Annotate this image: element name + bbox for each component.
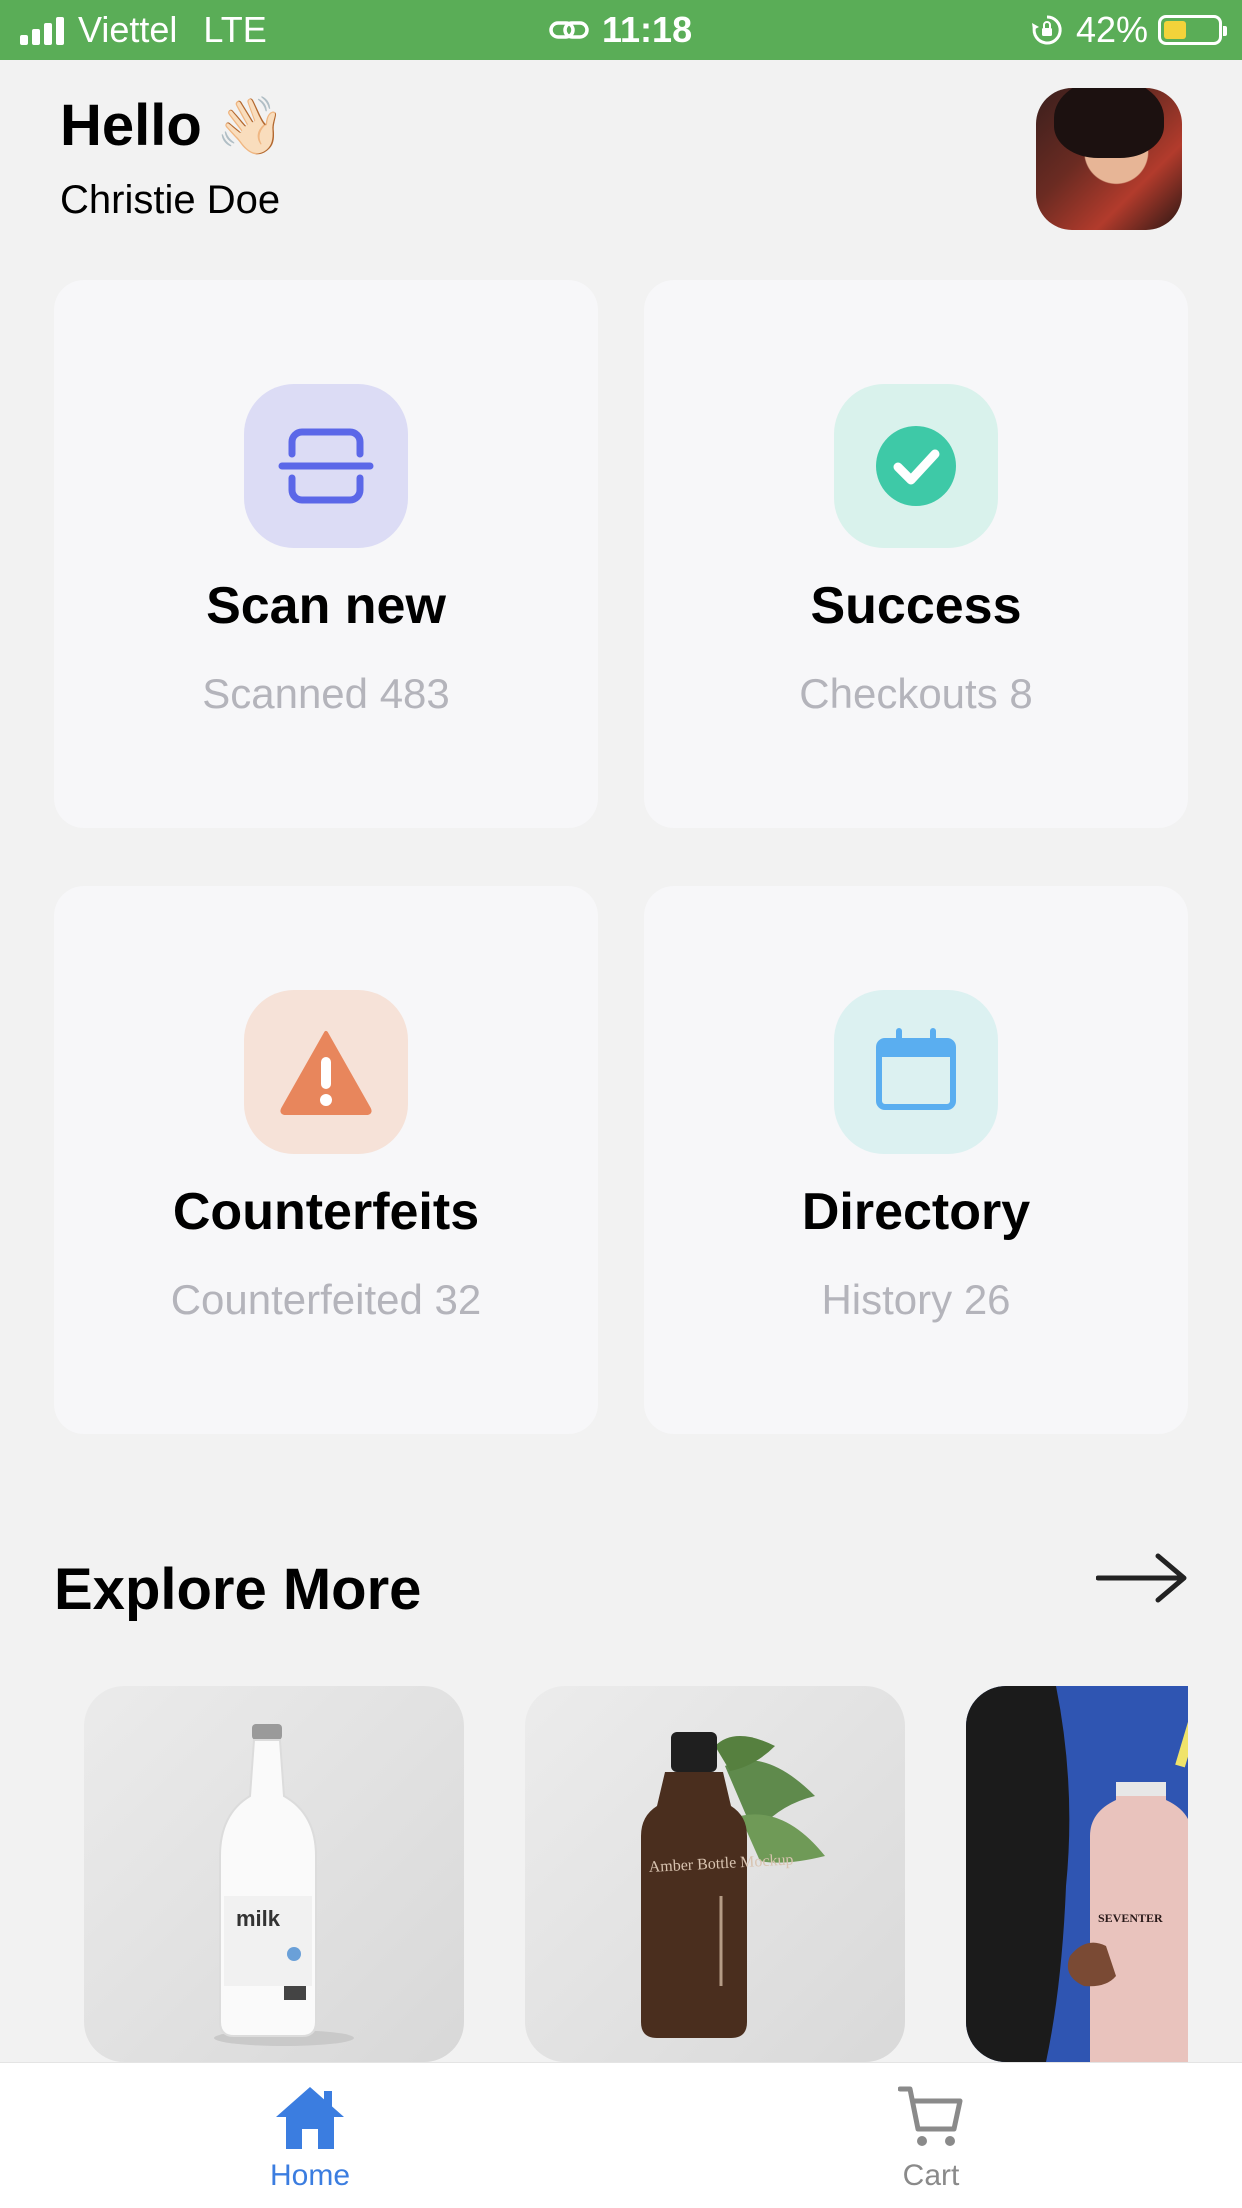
arrow-right-icon[interactable] — [1096, 1548, 1188, 1608]
product-label: milk — [236, 1906, 281, 1931]
warning-icon — [280, 1031, 372, 1115]
cart-icon — [898, 2086, 963, 2146]
scan-icon — [278, 428, 374, 504]
greeting-heading: Hello 👋🏻 — [60, 92, 286, 159]
user-name: Christie Doe — [60, 178, 281, 222]
network-type: LTE — [203, 9, 267, 50]
product-carousel[interactable]: milk Amber Bottle Mockup SEVENTER — [84, 1686, 1188, 2062]
pink-milk-bottle-image[interactable]: SEVENTER — [966, 1686, 1188, 2062]
waving-hand-icon: 👋🏻 — [215, 93, 286, 157]
carrier-name: Viettel — [78, 9, 178, 50]
battery-icon — [1158, 15, 1227, 45]
milk-bottle-illustration: milk — [214, 1724, 354, 2046]
success-card[interactable]: Success Checkouts 8 — [644, 280, 1188, 828]
card-title: Counterfeits — [172, 1183, 480, 1241]
calendar-icon — [876, 1028, 956, 1110]
tab-home[interactable]: Home — [210, 2083, 410, 2193]
status-bar-left: Viettel LTE — [20, 8, 267, 52]
directory-icon-box — [834, 990, 998, 1154]
milk-bottle-image[interactable]: milk — [84, 1686, 464, 2062]
status-bar: Viettel LTE 11:18 42% — [0, 0, 1242, 60]
link-icon — [549, 21, 589, 39]
clock-time: 11:18 — [602, 9, 693, 50]
tab-cart-label: Cart — [902, 2159, 960, 2192]
scan-icon-box — [244, 384, 408, 548]
directory-card[interactable]: Directory History 26 — [644, 886, 1188, 1434]
card-title: Directory — [801, 1183, 1031, 1241]
status-bar-center: 11:18 — [548, 8, 692, 52]
counterfeits-icon-box — [244, 990, 408, 1154]
tab-cart[interactable]: Cart — [831, 2083, 1031, 2193]
bottom-tab-bar: Home Cart — [0, 2062, 1242, 2208]
status-bar-right: 42% — [1030, 8, 1227, 52]
battery-percent: 42% — [1075, 9, 1148, 50]
scan-new-card[interactable]: Scan new Scanned 483 — [54, 280, 598, 828]
success-icon-box — [834, 384, 998, 548]
explore-more-heading: Explore More — [54, 1557, 422, 1622]
tab-home-label: Home — [269, 2159, 351, 2192]
card-subtitle: Checkouts 8 — [799, 670, 1033, 717]
product-label: SEVENTER — [1098, 1911, 1163, 1925]
rotation-lock-icon — [1031, 15, 1062, 45]
battery-level-fill — [1164, 21, 1186, 39]
card-subtitle: Scanned 483 — [202, 670, 450, 717]
home-icon — [276, 2087, 344, 2149]
counterfeits-card[interactable]: Counterfeits Counterfeited 32 — [54, 886, 598, 1434]
signal-icon — [20, 15, 64, 45]
greeting-text: Hello — [60, 93, 202, 158]
card-title: Success — [810, 577, 1022, 635]
check-circle-icon — [876, 426, 956, 506]
amber-bottle-illustration: Amber Bottle Mockup — [641, 1732, 825, 2038]
amber-bottle-image[interactable]: Amber Bottle Mockup — [525, 1686, 905, 2062]
card-title: Scan new — [206, 577, 446, 635]
pink-milk-bottle-illustration: SEVENTER — [966, 1686, 1188, 2062]
card-subtitle: Counterfeited 32 — [170, 1276, 482, 1323]
avatar[interactable] — [1036, 88, 1182, 230]
card-subtitle: History 26 — [821, 1276, 1011, 1323]
